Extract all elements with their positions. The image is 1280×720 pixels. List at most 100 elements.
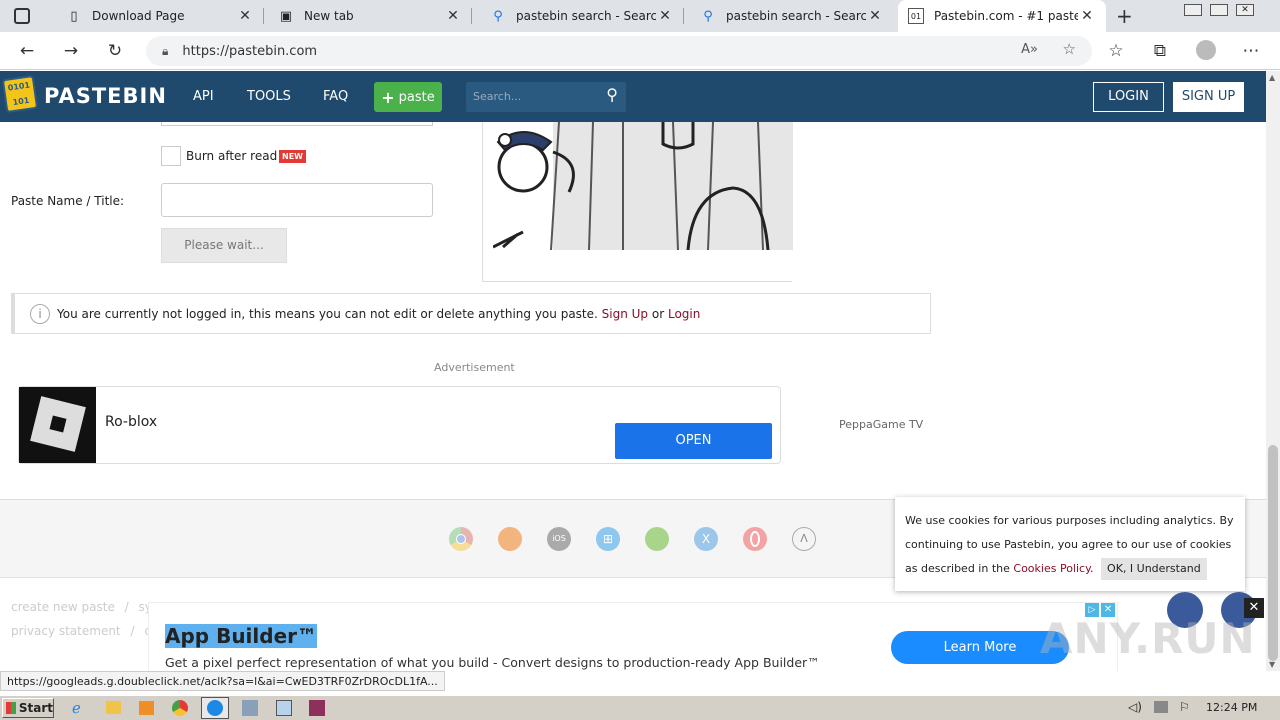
expiration-select[interactable] xyxy=(161,122,433,126)
status-url: https://googleads.g.doubleclick.net/aclk… xyxy=(0,671,445,691)
tab-search-2[interactable]: ⚲ pastebin search - Search ✕ xyxy=(690,0,894,32)
favorites-icon[interactable]: ☆ xyxy=(1103,39,1129,63)
burn-after-read-label: Burn after read xyxy=(186,149,278,163)
ad-open-button[interactable]: OPEN xyxy=(615,423,772,459)
start-label: Start xyxy=(18,701,53,715)
tab-search-1[interactable]: ⚲ pastebin search - Search ✕ xyxy=(480,0,684,32)
minimize-icon[interactable] xyxy=(1184,4,1202,16)
newtab-icon: ▣ xyxy=(279,8,293,24)
banner-close-icon[interactable]: ✕ xyxy=(1244,598,1264,618)
firefox-icon[interactable] xyxy=(498,527,522,551)
cookie-accept-button[interactable]: OK, I Understand xyxy=(1101,558,1207,580)
paste-name-label: Paste Name / Title: xyxy=(11,194,125,208)
linux-icon[interactable]: Λ xyxy=(792,527,816,551)
scroll-thumb[interactable] xyxy=(1268,445,1278,661)
volume-icon[interactable]: ◁) xyxy=(1128,700,1142,714)
back-icon[interactable]: ← xyxy=(14,39,40,63)
tab-label: New tab xyxy=(304,9,354,23)
please-wait-button[interactable]: Please wait... xyxy=(161,228,287,263)
app-builder-banner[interactable]: App Builder™ Get a pixel perfect represe… xyxy=(148,602,1118,671)
ad-side-text[interactable]: PeppaGame TV xyxy=(839,418,923,431)
page-icon: ▯ xyxy=(70,8,78,24)
explorer-icon[interactable] xyxy=(106,701,121,714)
tab-label: Pastebin.com - #1 paste t xyxy=(934,9,1078,23)
login-link[interactable]: Login xyxy=(668,307,700,321)
new-badge: NEW xyxy=(279,150,306,163)
logo-text[interactable]: PASTEBIN xyxy=(44,84,167,108)
site-header: 0101 101 PASTEBIN API TOOLS FAQ + paste S… xyxy=(0,71,1266,122)
search-icon: ⚲ xyxy=(703,8,713,24)
notepad-icon[interactable] xyxy=(276,700,292,716)
close-icon[interactable]: ✕ xyxy=(444,8,462,24)
footer-link-privacy[interactable]: privacy statement xyxy=(11,624,121,638)
ie-icon[interactable]: ℯ xyxy=(72,699,81,717)
cookies-policy-link[interactable]: Cookies Policy xyxy=(1013,562,1090,575)
tab-label: Download Page xyxy=(92,9,185,23)
chrome-icon[interactable] xyxy=(449,527,473,551)
address-bar[interactable]: 🔒︎ https://pastebin.com A» ☆ xyxy=(146,36,1092,66)
notice-text: You are currently not logged in, this me… xyxy=(57,307,700,321)
network-icon[interactable] xyxy=(1154,701,1168,713)
app-icon[interactable] xyxy=(242,700,258,716)
search-placeholder: Search... xyxy=(473,90,522,103)
main-content: Burn after read NEW Paste Name / Title: … xyxy=(0,122,1266,671)
scroll-up-icon[interactable]: ▲ xyxy=(1269,73,1275,82)
burn-after-read-checkbox[interactable] xyxy=(161,146,181,166)
close-icon[interactable]: ✕ xyxy=(236,8,254,24)
read-aloud-icon[interactable]: A» xyxy=(1021,42,1038,57)
profile-avatar[interactable] xyxy=(1196,40,1216,60)
info-icon: i xyxy=(30,304,50,324)
close-icon[interactable]: ✕ xyxy=(1078,8,1096,24)
not-logged-in-notice: i You are currently not logged in, this … xyxy=(11,293,931,334)
close-window-icon[interactable]: ✕ xyxy=(1236,4,1254,16)
pastebin-logo-icon[interactable]: 0101 101 xyxy=(1,74,39,114)
tray-icon[interactable]: ⚐ xyxy=(1179,700,1190,714)
footer-link-create[interactable]: create new paste xyxy=(11,600,115,614)
tab-download-page[interactable]: ▯ Download Page ✕ xyxy=(56,0,264,32)
more-icon[interactable]: ⋯ xyxy=(1238,39,1264,63)
footer-sep: / xyxy=(130,624,135,638)
nav-faq[interactable]: FAQ xyxy=(323,89,348,104)
media-player-icon[interactable] xyxy=(139,701,154,715)
start-button[interactable]: Start xyxy=(2,698,54,718)
forward-icon[interactable]: → xyxy=(58,39,84,63)
search-icon[interactable]: ⚲ xyxy=(606,85,618,104)
roblox-ad[interactable]: Ro-blox OPEN xyxy=(18,386,781,464)
nav-api[interactable]: API xyxy=(193,89,214,104)
windows-logo-icon xyxy=(6,702,16,714)
x-icon[interactable]: X xyxy=(694,527,718,551)
ios-icon[interactable]: iOS xyxy=(547,527,571,551)
page-scrollbar[interactable]: ▲ ▼ xyxy=(1266,71,1280,671)
winrar-icon[interactable] xyxy=(309,700,325,716)
refresh-icon[interactable]: ↻ xyxy=(102,39,128,63)
chrome-taskbar-icon[interactable] xyxy=(172,700,188,716)
notice-message: You are currently not logged in, this me… xyxy=(57,307,598,321)
close-icon[interactable]: ✕ xyxy=(656,8,674,24)
browser-nav-bar: ← → ↻ 🔒︎ https://pastebin.com A» ☆ ☆ ⧉ ⋯ xyxy=(0,32,1280,70)
search-box[interactable]: Search... ⚲ xyxy=(466,82,626,112)
opera-icon[interactable] xyxy=(743,527,767,551)
login-button[interactable]: LOGIN xyxy=(1093,82,1164,112)
add-favorite-icon[interactable]: ☆ xyxy=(1063,40,1076,58)
tab-pastebin[interactable]: 01 Pastebin.com - #1 paste t ✕ xyxy=(898,0,1106,32)
comic-ad-image[interactable] xyxy=(482,122,793,282)
collections-icon[interactable]: ⧉ xyxy=(1147,39,1173,63)
close-icon[interactable]: ✕ xyxy=(866,8,884,24)
signup-link[interactable]: Sign Up xyxy=(602,307,648,321)
browser-tab-bar: ▯ Download Page ✕ ▣ New tab ✕ ⚲ pastebin… xyxy=(0,0,1280,32)
taskbar: Start ℯ ◁) ⚐ 12:24 PM xyxy=(0,695,1280,720)
nav-tools[interactable]: TOOLS xyxy=(247,89,291,104)
new-tab-icon[interactable]: + xyxy=(1116,4,1133,28)
clock[interactable]: 12:24 PM xyxy=(1206,701,1257,714)
tab-label: pastebin search - Search xyxy=(726,9,866,23)
edge-taskbar-icon[interactable] xyxy=(201,697,229,719)
tab-actions-icon[interactable] xyxy=(14,8,30,24)
windows-icon[interactable]: ⊞ xyxy=(596,527,620,551)
restore-icon[interactable] xyxy=(1210,4,1228,16)
signup-button[interactable]: SIGN UP xyxy=(1173,82,1244,112)
tab-new-tab[interactable]: ▣ New tab ✕ xyxy=(268,0,472,32)
new-paste-button[interactable]: + paste xyxy=(374,82,442,112)
scroll-down-icon[interactable]: ▼ xyxy=(1269,660,1275,669)
paste-name-input[interactable] xyxy=(161,183,433,217)
android-icon[interactable] xyxy=(645,527,669,551)
